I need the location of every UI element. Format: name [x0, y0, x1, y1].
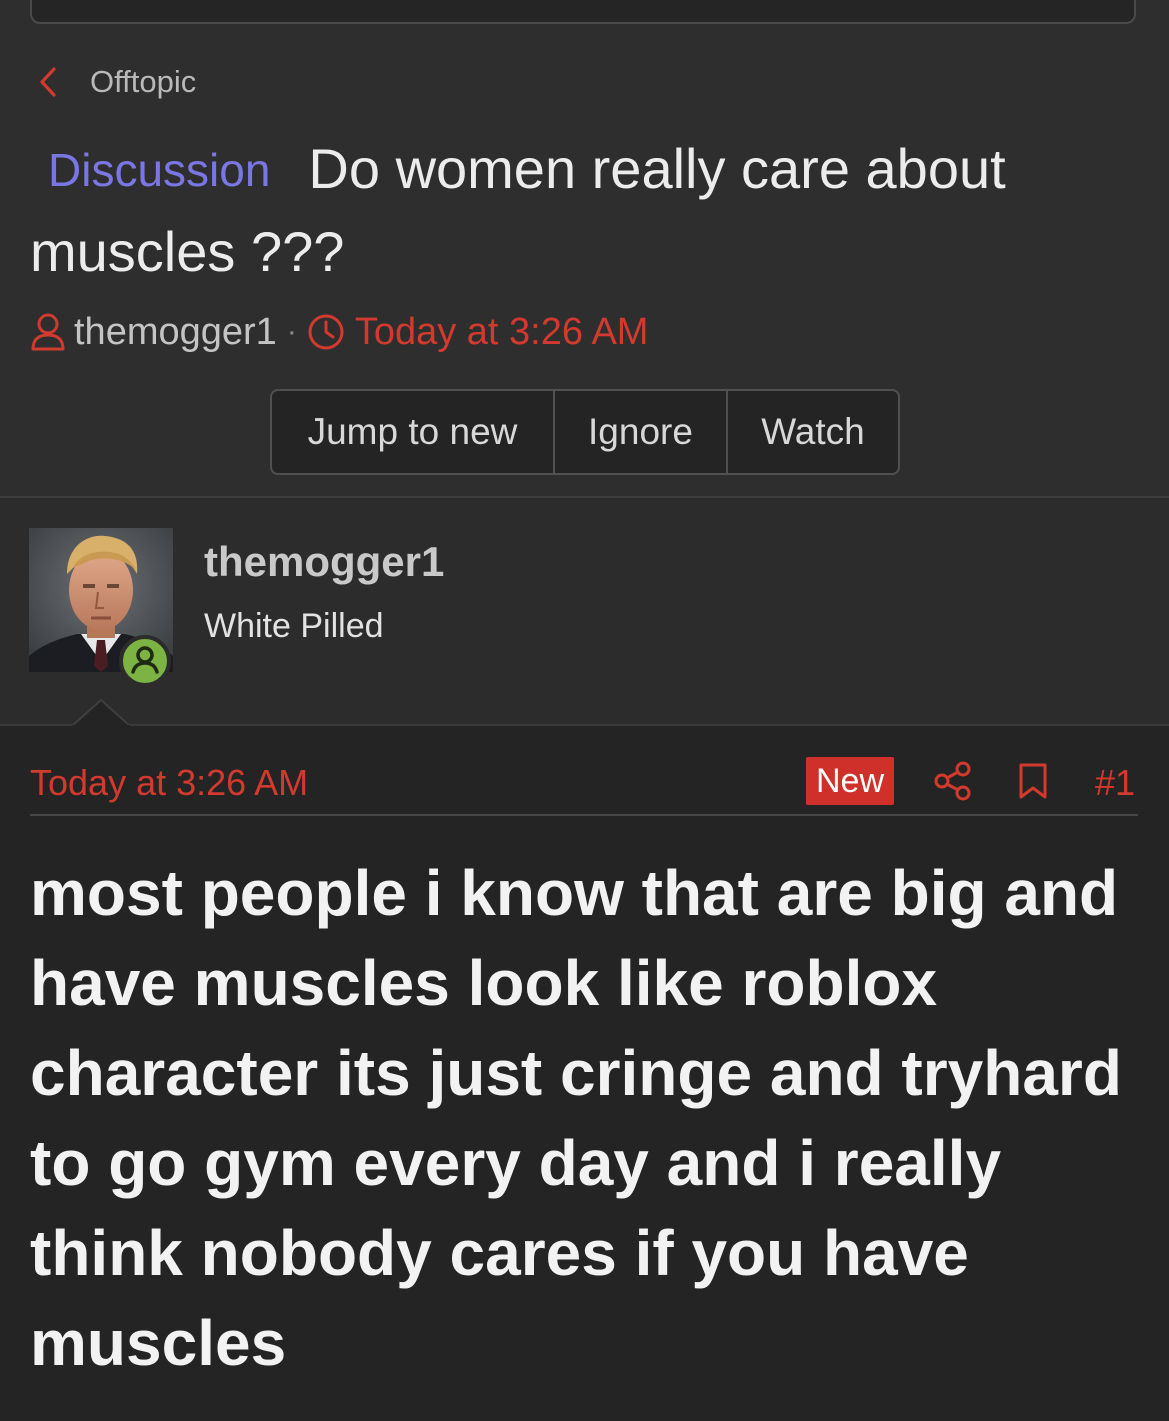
breadcrumb[interactable]: Offtopic	[36, 62, 196, 102]
search-bar[interactable]	[30, 0, 1136, 24]
post-number-link[interactable]: #1	[1095, 762, 1135, 804]
post-section-divider	[0, 724, 1169, 726]
thread-author-link[interactable]: themogger1	[74, 311, 277, 354]
post-user-block	[0, 498, 1169, 724]
online-status-icon	[119, 635, 171, 687]
bookmark-icon[interactable]	[1017, 762, 1049, 800]
jump-to-new-button[interactable]: Jump to new	[272, 391, 555, 473]
thread-meta: themogger1 · Today at 3:26 AM	[30, 308, 648, 356]
watch-button[interactable]: Watch	[728, 391, 898, 473]
thread-date-link[interactable]: Today at 3:26 AM	[355, 311, 649, 354]
user-icon	[30, 312, 66, 352]
post-header-divider	[30, 814, 1138, 816]
thread-prefix-label[interactable]: Discussion	[48, 144, 270, 196]
chevron-left-icon[interactable]	[36, 65, 60, 99]
post-body: most people i know that are big and have…	[30, 857, 1122, 1379]
share-icon[interactable]	[934, 761, 972, 801]
ignore-button[interactable]: Ignore	[555, 391, 728, 473]
post-header: Today at 3:26 AM New #1	[30, 756, 1138, 812]
new-badge: New	[806, 757, 894, 805]
thread-title: Discussion Do women really care about mus…	[30, 128, 1130, 293]
post-date-link[interactable]: Today at 3:26 AM	[30, 762, 308, 804]
breadcrumb-forum-link[interactable]: Offtopic	[90, 64, 196, 100]
user-title: White Pilled	[204, 607, 384, 645]
meta-separator: ·	[286, 315, 297, 348]
clock-icon	[307, 313, 345, 351]
post-username-link[interactable]: themogger1	[204, 538, 444, 586]
message-arrow	[69, 698, 133, 729]
thread-action-buttons: Jump to new Ignore Watch	[270, 389, 900, 475]
